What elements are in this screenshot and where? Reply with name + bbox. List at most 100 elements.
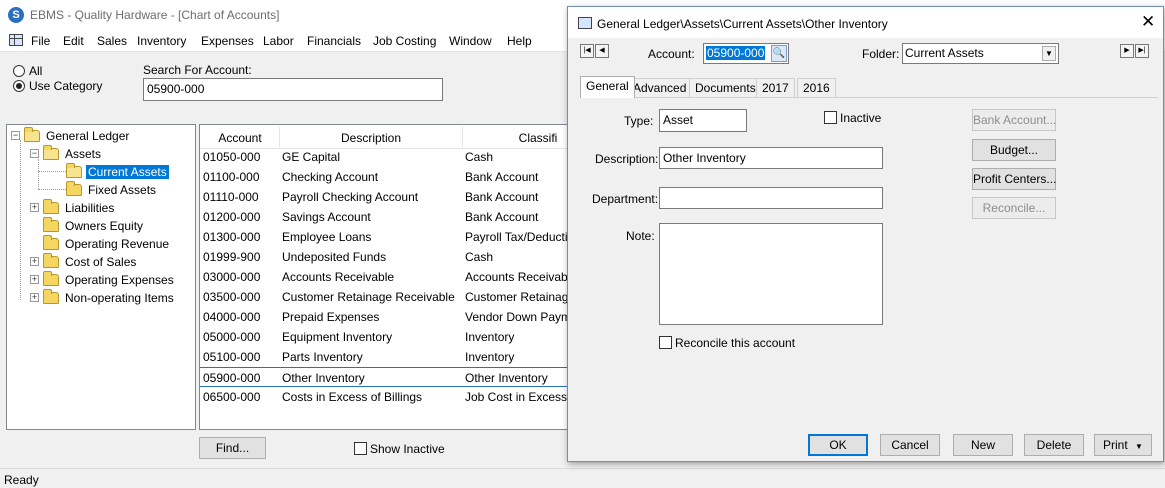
table-row[interactable]: 01110-000 Payroll Checking Account Bank Ac… [200, 187, 568, 207]
table-row[interactable]: 01999-900 Undeposited Funds Cash [200, 247, 568, 267]
table-row[interactable]: 01100-000 Checking Account Bank Account [200, 167, 568, 187]
column-header-account[interactable]: Account [200, 131, 280, 145]
tree-node-non-operating-items[interactable]: + Non-operating Items [30, 288, 176, 306]
menu-help[interactable]: Help [507, 34, 532, 48]
bank-account-button[interactable]: Bank Account... [972, 109, 1056, 131]
menu-job-costing[interactable]: Job Costing [373, 34, 436, 48]
collapse-icon[interactable]: − [30, 149, 39, 158]
tree-node-assets[interactable]: − Assets [30, 144, 103, 162]
budget-button[interactable]: Budget... [972, 139, 1056, 161]
tree-node-cost-of-sales[interactable]: + Cost of Sales [30, 252, 138, 270]
inactive-label: Inactive [840, 111, 882, 125]
folder-icon [43, 234, 59, 250]
delete-button[interactable]: Delete [1024, 434, 1084, 456]
cell-description: Payroll Checking Account [282, 190, 419, 204]
tree-node-operating-revenue[interactable]: Operating Revenue [43, 234, 171, 252]
cell-description: Savings Account [282, 210, 371, 224]
note-textarea[interactable] [659, 223, 883, 325]
folder-select[interactable]: Current Assets ▼ [902, 43, 1059, 64]
expand-icon[interactable]: + [30, 275, 39, 284]
cell-account: 04000-000 [203, 310, 261, 324]
column-header-classification[interactable]: Classifi [463, 131, 568, 145]
menu-expenses[interactable]: Expenses [201, 34, 254, 48]
print-button[interactable]: Print ▼ [1094, 434, 1152, 456]
search-account-input[interactable]: 05900-000 [143, 78, 443, 101]
tab-2017[interactable]: 2017 [756, 78, 795, 97]
expand-icon[interactable]: + [30, 293, 39, 302]
menu-inventory[interactable]: Inventory [137, 34, 186, 48]
table-row[interactable]: 03500-000 Customer Retainage Receivable Cu… [200, 287, 568, 307]
tab-2016[interactable]: 2016 [797, 78, 836, 97]
menu-sales[interactable]: Sales [97, 34, 127, 48]
cell-description: Other Inventory [282, 371, 365, 385]
cell-account: 06500-000 [203, 390, 261, 404]
note-label: Note: [626, 229, 655, 243]
tab-advanced[interactable]: Advanced [627, 78, 693, 97]
menu-financials[interactable]: Financials [307, 34, 361, 48]
tree-guide-line [20, 140, 21, 300]
menu-edit[interactable]: Edit [63, 34, 84, 48]
expand-icon[interactable]: + [30, 257, 39, 266]
table-row[interactable]: 04000-000 Prepaid Expenses Vendor Down Pay… [200, 307, 568, 327]
collapse-icon[interactable]: − [11, 131, 20, 140]
cell-account: 05100-000 [203, 350, 261, 364]
table-row[interactable]: 05900-000 Other Inventory Other Inventory [200, 367, 568, 387]
table-row[interactable]: 01300-000 Employee Loans Payroll Tax/Deduc… [200, 227, 568, 247]
table-row[interactable]: 01200-000 Savings Account Bank Account [200, 207, 568, 227]
description-field[interactable]: Other Inventory [659, 147, 883, 169]
cell-classification: Inventory [465, 330, 515, 344]
lookup-search-icon[interactable]: 🔍 [771, 45, 787, 62]
profit-centers-button[interactable]: Profit Centers... [972, 168, 1056, 190]
tree-node-liabilities[interactable]: + Liabilities [30, 198, 116, 216]
menu-labor[interactable]: Labor [263, 34, 294, 48]
table-row[interactable]: 03000-000 Accounts Receivable Accounts Rec… [200, 267, 568, 287]
ok-button[interactable]: OK [808, 434, 868, 456]
folder-open-icon [66, 162, 82, 178]
tree-node-operating-expenses[interactable]: + Operating Expenses [30, 270, 176, 288]
folder-icon [43, 270, 59, 286]
radio-all[interactable] [13, 65, 25, 77]
main-window-title: EBMS - Quality Hardware - [Chart of Acco… [30, 8, 280, 22]
menu-file[interactable]: File [31, 34, 50, 48]
tree-node-owners-equity[interactable]: Owners Equity [43, 216, 145, 234]
close-icon[interactable]: ✕ [1141, 13, 1155, 30]
reconcile-button[interactable]: Reconcile... [972, 197, 1056, 219]
department-field[interactable] [659, 187, 883, 209]
cancel-button[interactable]: Cancel [880, 434, 940, 456]
print-button-label: Print [1103, 438, 1128, 452]
new-button[interactable]: New [953, 434, 1013, 456]
tree-guide-line [38, 171, 66, 172]
show-inactive-checkbox[interactable] [354, 442, 367, 455]
accounts-grid[interactable]: Account Description Classifi 01050-000 GE… [199, 124, 569, 430]
tree-node-label: Owners Equity [65, 218, 144, 233]
last-record-icon[interactable]: ▶| [1135, 44, 1149, 58]
tree-node-current-assets[interactable]: Current Assets [66, 162, 169, 180]
inactive-checkbox[interactable] [824, 111, 837, 124]
first-record-icon[interactable]: |◀ [580, 44, 594, 58]
radio-use-category[interactable] [13, 80, 25, 92]
chevron-down-icon[interactable]: ▼ [1042, 46, 1056, 61]
column-header-description[interactable]: Description [280, 131, 462, 145]
next-record-icon[interactable]: ▶ [1120, 44, 1134, 58]
tree-node-fixed-assets[interactable]: Fixed Assets [66, 180, 158, 198]
mdi-window-icon[interactable] [9, 34, 23, 46]
table-row[interactable]: 06500-000 Costs in Excess of Billings Job … [200, 387, 568, 407]
type-field[interactable]: Asset [659, 109, 747, 132]
previous-record-icon[interactable]: ◀ [595, 44, 609, 58]
tree-node-label: Operating Revenue [65, 236, 170, 251]
menu-window[interactable]: Window [449, 34, 492, 48]
cell-description: Costs in Excess of Billings [282, 390, 423, 404]
table-row[interactable]: 05000-000 Equipment Inventory Inventory [200, 327, 568, 347]
table-row[interactable]: 01050-000 GE Capital Cash [200, 147, 568, 167]
cell-classification: Bank Account [465, 190, 539, 204]
tree-node-label: Liabilities [65, 200, 115, 215]
table-row[interactable]: 05100-000 Parts Inventory Inventory [200, 347, 568, 367]
tree-node-general-ledger[interactable]: − General Ledger [11, 126, 131, 144]
find-button[interactable]: Find... [199, 437, 266, 459]
tab-documents[interactable]: Documents [689, 78, 762, 97]
category-tree[interactable]: − General Ledger − Assets Current Assets… [6, 124, 196, 430]
reconcile-checkbox[interactable] [659, 336, 672, 349]
cell-classification: Bank Account [465, 210, 539, 224]
tab-general[interactable]: General [580, 76, 635, 98]
expand-icon[interactable]: + [30, 203, 39, 212]
